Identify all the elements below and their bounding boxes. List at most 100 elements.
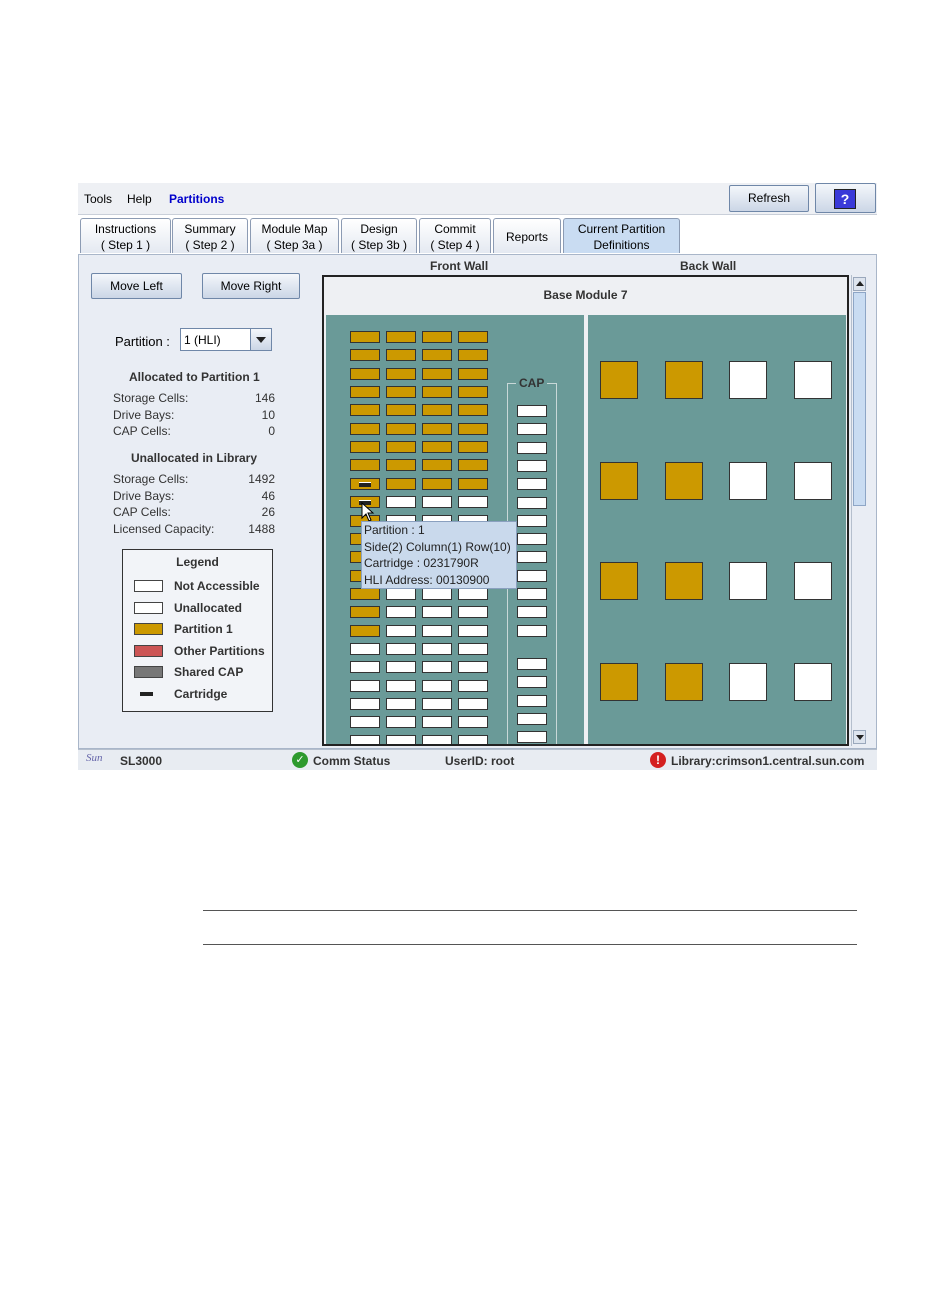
storage-cell-partition[interactable] <box>458 441 488 454</box>
storage-cell-partition[interactable] <box>386 349 416 362</box>
storage-cell-partition[interactable] <box>422 349 452 362</box>
comm-status[interactable]: Comm Status <box>313 754 390 768</box>
storage-cell-partition[interactable] <box>458 386 488 399</box>
storage-cell-unallocated[interactable] <box>422 661 452 674</box>
storage-cell-not-accessible[interactable] <box>458 587 488 600</box>
storage-cell-partition[interactable] <box>350 367 380 380</box>
storage-cell-partition[interactable] <box>386 404 416 417</box>
storage-cell-unallocated[interactable] <box>386 679 416 692</box>
storage-cell-partition[interactable] <box>386 331 416 343</box>
scroll-up-arrow[interactable] <box>853 277 866 291</box>
drive-bay-partition[interactable] <box>600 462 638 500</box>
storage-cell-unallocated[interactable] <box>350 679 380 692</box>
storage-cell-partition[interactable] <box>422 422 452 435</box>
storage-cell-not-accessible[interactable] <box>386 606 416 619</box>
cap-cell[interactable] <box>517 676 547 689</box>
storage-cell-unallocated[interactable] <box>386 734 416 744</box>
storage-cell-partition[interactable] <box>350 422 380 435</box>
storage-cell-partition[interactable] <box>458 477 488 490</box>
tab-commit[interactable]: Commit( Step 4 ) <box>419 218 491 253</box>
storage-cell-not-accessible[interactable] <box>386 496 416 509</box>
cap-cell[interactable] <box>517 459 547 472</box>
storage-cell-partition[interactable] <box>350 624 380 637</box>
storage-cell-not-accessible[interactable] <box>458 624 488 637</box>
storage-cell-not-accessible[interactable] <box>422 587 452 600</box>
storage-cell-unallocated[interactable] <box>458 679 488 692</box>
drive-bay-unallocated[interactable] <box>729 663 767 701</box>
storage-cell-unallocated[interactable] <box>350 716 380 729</box>
cap-cell[interactable] <box>517 694 547 707</box>
cap-cell[interactable] <box>517 657 547 670</box>
storage-cell-partition[interactable] <box>350 441 380 454</box>
cap-cell[interactable] <box>517 423 547 436</box>
tab-instructions[interactable]: Instructions( Step 1 ) <box>80 218 171 253</box>
cap-cell[interactable] <box>517 551 547 564</box>
storage-cell-unallocated[interactable] <box>422 716 452 729</box>
refresh-button[interactable]: Refresh <box>729 185 809 212</box>
scroll-down-arrow[interactable] <box>853 730 866 744</box>
storage-cell-partition[interactable] <box>350 331 380 343</box>
cap-cell[interactable] <box>517 731 547 744</box>
cap-cell[interactable] <box>517 588 547 600</box>
storage-cell-partition[interactable] <box>386 441 416 454</box>
storage-cell-partition[interactable] <box>350 587 380 600</box>
storage-cell-unallocated[interactable] <box>386 716 416 729</box>
move-right-button[interactable]: Move Right <box>202 273 300 299</box>
storage-cell-partition[interactable] <box>350 459 380 472</box>
drive-bay-unallocated[interactable] <box>729 462 767 500</box>
drive-bay-unallocated[interactable] <box>729 361 767 399</box>
cap-cell[interactable] <box>517 514 547 527</box>
storage-cell-unallocated[interactable] <box>458 661 488 674</box>
storage-cell-not-accessible[interactable] <box>422 496 452 509</box>
tab-summary[interactable]: Summary( Step 2 ) <box>172 218 248 253</box>
storage-cell-partition[interactable] <box>386 422 416 435</box>
storage-cell-not-accessible[interactable] <box>458 606 488 619</box>
tab-current-partition-definitions[interactable]: Current Partition Definitions <box>563 218 680 253</box>
storage-cell-partition[interactable] <box>422 477 452 490</box>
cap-cell[interactable] <box>517 569 547 582</box>
chevron-down-icon[interactable] <box>250 329 271 350</box>
drive-bay-partition[interactable] <box>665 562 703 600</box>
storage-cell-partition[interactable] <box>458 331 488 343</box>
storage-cell-unallocated[interactable] <box>350 734 380 744</box>
cap-cell[interactable] <box>517 533 547 546</box>
storage-cell-partition[interactable] <box>350 606 380 619</box>
menu-partitions[interactable]: Partitions <box>169 192 224 206</box>
cap-cell[interactable] <box>517 478 547 491</box>
storage-cell-partition[interactable] <box>422 459 452 472</box>
drive-bay-partition[interactable] <box>665 361 703 399</box>
storage-cell-unallocated[interactable] <box>422 734 452 744</box>
storage-cell-partition[interactable] <box>386 386 416 399</box>
storage-cell-unallocated[interactable] <box>458 642 488 655</box>
cap-cell[interactable] <box>517 624 547 637</box>
cap-cell[interactable] <box>517 606 547 619</box>
storage-cell-partition[interactable] <box>458 459 488 472</box>
storage-cell-partition[interactable] <box>386 367 416 380</box>
tab-module-map[interactable]: Module Map( Step 3a ) <box>250 218 339 253</box>
drive-bay-partition[interactable] <box>600 562 638 600</box>
storage-cell-not-accessible[interactable] <box>386 624 416 637</box>
storage-cell-partition[interactable] <box>458 422 488 435</box>
storage-cell-unallocated[interactable] <box>350 698 380 710</box>
storage-cell-unallocated[interactable] <box>386 661 416 674</box>
storage-cell-unallocated[interactable] <box>386 642 416 655</box>
storage-cell-unallocated[interactable] <box>458 698 488 710</box>
storage-cell-unallocated[interactable] <box>350 661 380 674</box>
storage-cell-partition[interactable] <box>350 477 380 490</box>
storage-cell-partition[interactable] <box>458 367 488 380</box>
storage-cell-not-accessible[interactable] <box>422 606 452 619</box>
cap-cell[interactable] <box>517 496 547 509</box>
storage-cell-partition[interactable] <box>350 349 380 362</box>
tab-reports[interactable]: Reports <box>493 218 561 253</box>
storage-cell-partition[interactable] <box>386 477 416 490</box>
storage-cell-unallocated[interactable] <box>350 642 380 655</box>
move-left-button[interactable]: Move Left <box>91 273 182 299</box>
storage-cell-unallocated[interactable] <box>386 698 416 710</box>
storage-cell-not-accessible[interactable] <box>386 587 416 600</box>
storage-cell-unallocated[interactable] <box>458 716 488 729</box>
storage-cell-partition[interactable] <box>458 404 488 417</box>
vertical-scrollbar[interactable] <box>851 275 868 746</box>
storage-cell-partition[interactable] <box>422 367 452 380</box>
storage-cell-partition[interactable] <box>386 459 416 472</box>
drive-bay-unallocated[interactable] <box>794 462 832 500</box>
